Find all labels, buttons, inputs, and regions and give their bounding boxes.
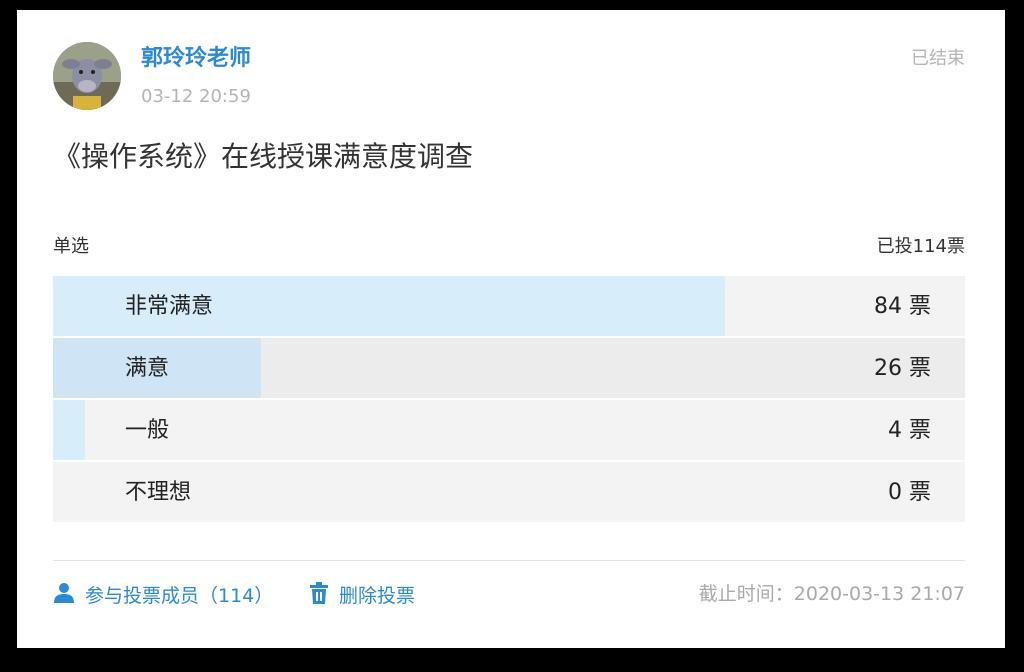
vote-option[interactable]: 非常满意 84 票	[53, 276, 965, 336]
page-title: 《操作系统》在线授课满意度调查	[53, 140, 474, 173]
post-time: 03-12 20:59	[141, 86, 251, 107]
delete-label: 删除投票	[339, 585, 416, 607]
vote-option-count: 26 票	[874, 356, 931, 381]
vote-option[interactable]: 不理想 0 票	[53, 462, 965, 522]
vote-option-count: 0 票	[888, 480, 931, 505]
vote-card: 郭玲玲老师 03-12 20:59 已结束 《操作系统》在线授课满意度调查 单选…	[17, 10, 1005, 648]
divider	[53, 560, 965, 561]
vote-type: 单选	[53, 236, 89, 257]
delete-vote-button[interactable]: 删除投票	[309, 582, 415, 610]
vote-options: 非常满意 84 票 满意 26 票 一般 4 票 不理想 0 票	[53, 276, 965, 524]
avatar[interactable]	[53, 42, 121, 110]
author-name[interactable]: 郭玲玲老师	[141, 46, 251, 72]
deadline-text: 截止时间：2020-03-13 21:07	[698, 583, 965, 605]
vote-option-label: 满意	[125, 356, 170, 381]
avatar-image	[53, 42, 121, 110]
vote-option[interactable]: 满意 26 票	[53, 338, 965, 398]
members-label: 参与投票成员（114）	[85, 585, 274, 607]
members-button[interactable]: 参与投票成员（114）	[53, 582, 273, 610]
vote-option-label: 非常满意	[125, 294, 214, 319]
vote-option[interactable]: 一般 4 票	[53, 400, 965, 460]
user-icon	[53, 582, 75, 610]
vote-total: 已投114票	[876, 236, 965, 257]
trash-icon	[309, 582, 329, 610]
vote-option-count: 84 票	[874, 294, 931, 319]
vote-option-bar	[53, 400, 85, 460]
vote-option-label: 不理想	[125, 480, 192, 505]
vote-option-label: 一般	[125, 418, 170, 443]
status-badge: 已结束	[911, 48, 965, 69]
vote-option-count: 4 票	[888, 418, 931, 443]
